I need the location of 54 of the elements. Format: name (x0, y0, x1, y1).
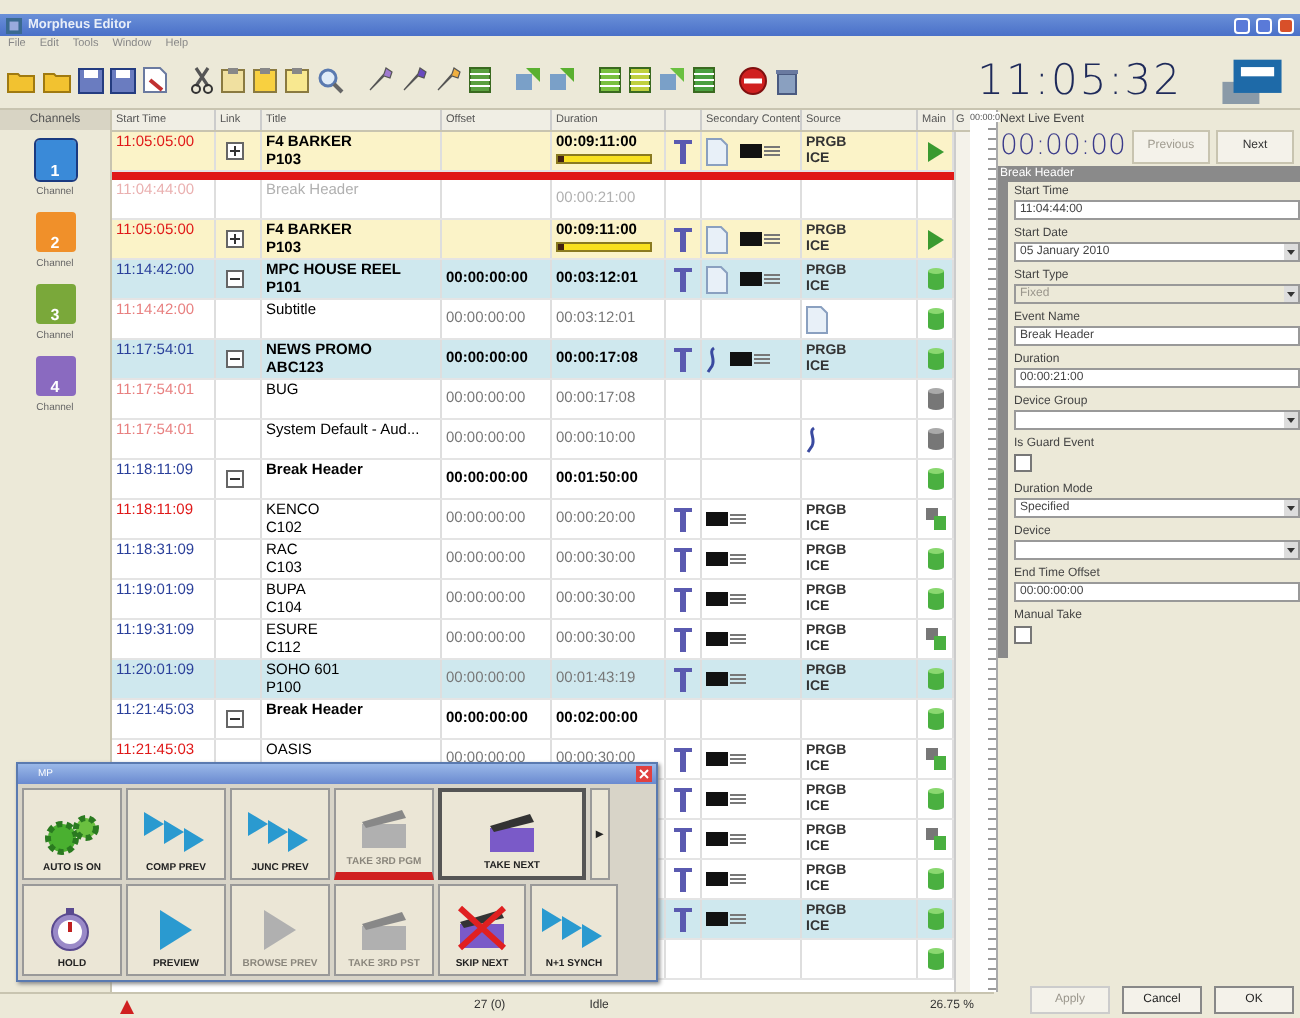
clipboard-icon[interactable] (252, 66, 278, 94)
save-icon[interactable] (78, 67, 104, 93)
play-icon (158, 908, 194, 952)
cut-icon[interactable] (190, 66, 214, 94)
channel-tile[interactable]: 4 (35, 356, 75, 396)
progress-bar (556, 153, 652, 163)
caret-icon[interactable] (1284, 244, 1298, 260)
progress-bar (556, 241, 652, 251)
folder-icon[interactable] (6, 67, 36, 93)
clock: 11:05:32 (977, 56, 1182, 104)
list-icon[interactable] (598, 66, 622, 94)
tool-icon[interactable] (400, 66, 428, 94)
cancelled-clapper-icon (454, 904, 510, 952)
bin-icon[interactable] (774, 65, 800, 95)
collapse-icon[interactable] (226, 710, 244, 728)
tool-icon[interactable] (434, 66, 462, 94)
collapse-icon[interactable] (226, 470, 244, 488)
close-button[interactable] (1278, 17, 1294, 33)
expand-icon[interactable] (226, 230, 244, 248)
list-icon[interactable] (628, 66, 652, 94)
play-icon (262, 908, 298, 952)
warning-icon (120, 999, 134, 1013)
channel-tile[interactable]: 1 (35, 140, 75, 180)
clapper-icon (484, 810, 540, 854)
expand-icon[interactable] (226, 142, 244, 160)
gears-icon (42, 812, 102, 856)
minimize-button[interactable] (1234, 17, 1250, 33)
caret-icon[interactable] (1284, 412, 1298, 428)
collapse-icon[interactable] (226, 350, 244, 368)
app-icon (6, 17, 22, 33)
scrollbar[interactable] (954, 132, 970, 992)
list-icon[interactable] (468, 66, 492, 94)
clipboard-icon[interactable] (284, 66, 310, 94)
tool-icon[interactable] (366, 66, 394, 94)
document-icon[interactable] (142, 66, 168, 94)
collapse-icon[interactable] (226, 270, 244, 288)
clipboard-icon[interactable] (220, 66, 246, 94)
arrows-icon (144, 812, 208, 856)
list-icon[interactable] (692, 66, 716, 94)
maximize-button[interactable] (1256, 17, 1272, 33)
logo-icon (1220, 56, 1284, 104)
save-icon[interactable] (110, 67, 136, 93)
caret-icon[interactable] (1284, 542, 1298, 558)
caret-icon[interactable] (1284, 500, 1298, 516)
close-icon[interactable] (636, 766, 652, 782)
clapper-icon (356, 806, 412, 850)
arrows-icon (248, 812, 312, 856)
search-icon[interactable] (316, 66, 344, 94)
checkbox[interactable] (1014, 626, 1032, 644)
countdown-clock: 00:00:00 (1000, 130, 1126, 162)
arrows-icon (542, 908, 606, 952)
clapper-icon (356, 908, 412, 952)
stop-icon[interactable] (738, 65, 768, 95)
checkbox[interactable] (1014, 454, 1032, 472)
